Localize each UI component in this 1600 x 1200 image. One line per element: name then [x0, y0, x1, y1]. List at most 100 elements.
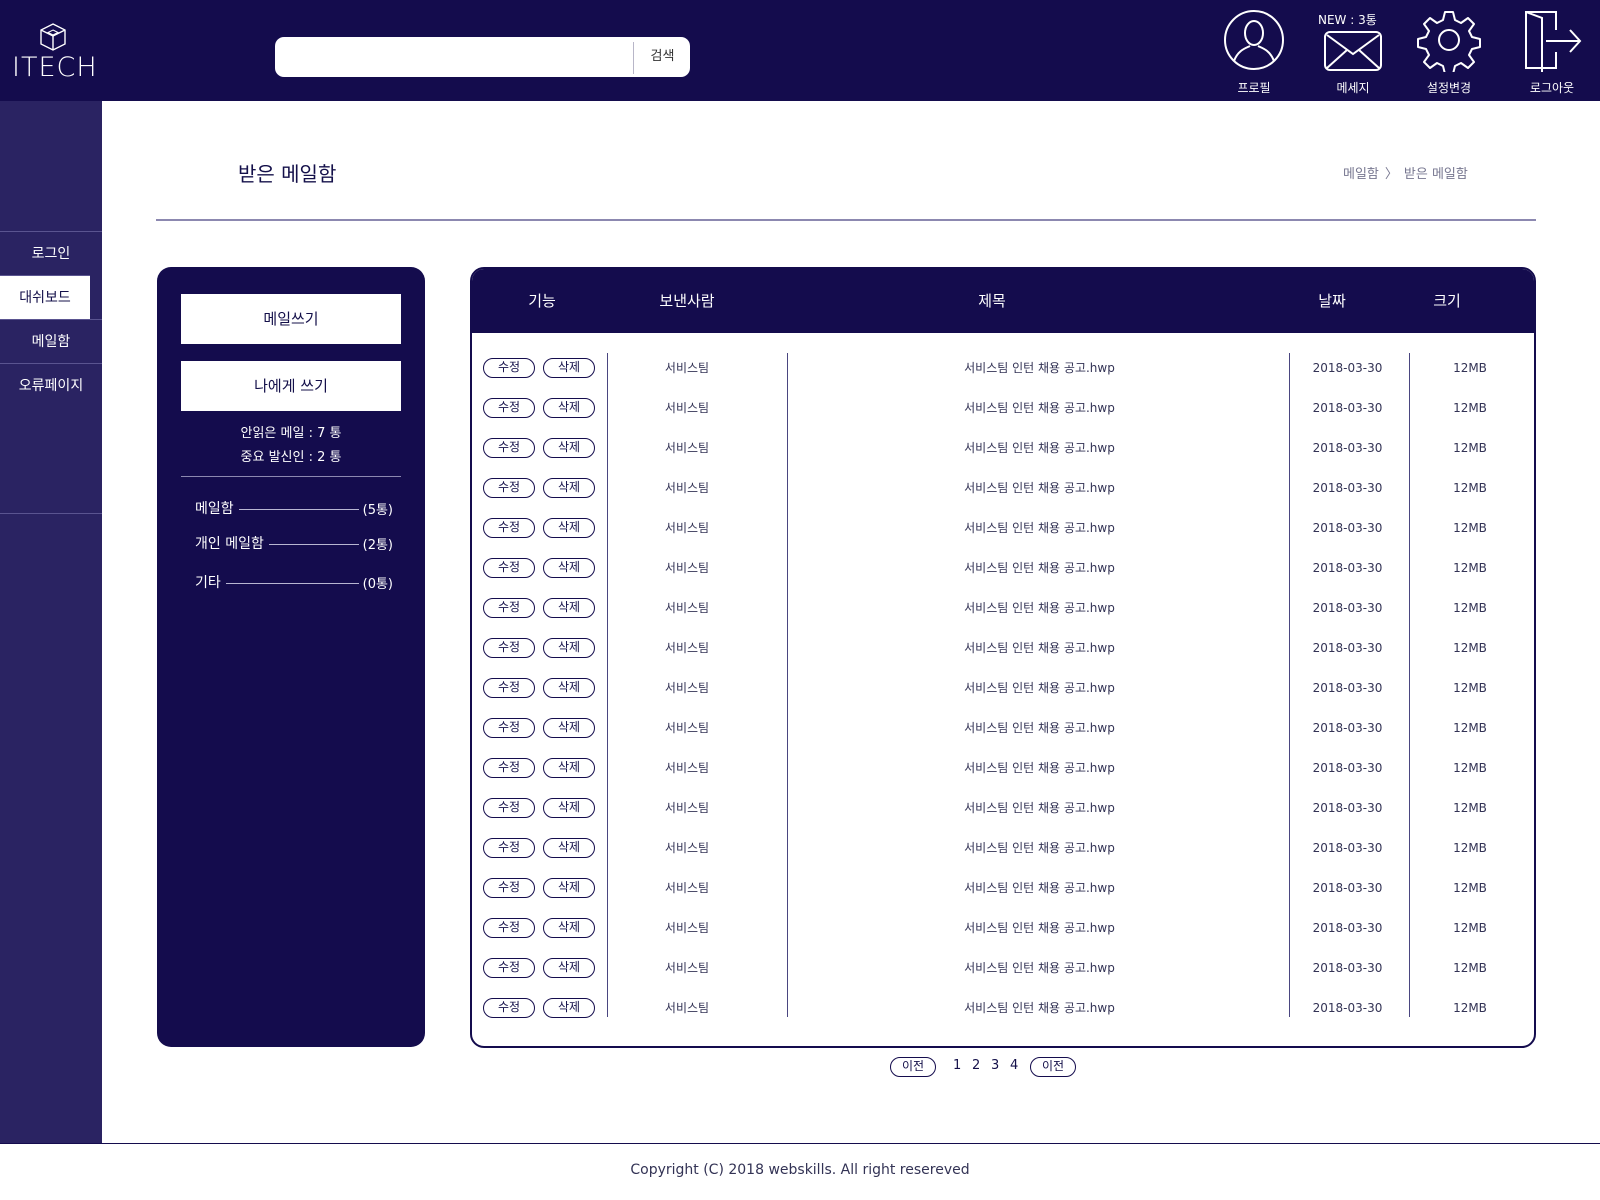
table-row[interactable]: 수정 삭제 서비스팀 서비스팀 인턴 채용 공고.hwp 2018-03-30 12MB [472, 713, 1534, 753]
subject-cell[interactable]: 서비스팀 인턴 채용 공고.hwp [792, 558, 1287, 578]
page-1[interactable]: 1 [953, 1058, 961, 1073]
search-input[interactable] [285, 41, 605, 73]
prev-page-button[interactable]: 이전 [890, 1057, 936, 1077]
folder-mailbox[interactable]: 메일함 (5통) [195, 498, 393, 520]
subject-cell[interactable]: 서비스팀 인턴 채용 공고.hwp [792, 358, 1287, 378]
table-row[interactable]: 수정 삭제 서비스팀 서비스팀 인턴 채용 공고.hwp 2018-03-30 12MB [472, 833, 1534, 873]
edit-button[interactable]: 수정 [483, 678, 535, 698]
table-row[interactable]: 수정 삭제 서비스팀 서비스팀 인턴 채용 공고.hwp 2018-03-30 12MB [472, 993, 1534, 1033]
table-row[interactable]: 수정 삭제 서비스팀 서비스팀 인턴 채용 공고.hwp 2018-03-30 12MB [472, 913, 1534, 953]
table-row[interactable]: 수정 삭제 서비스팀 서비스팀 인턴 채용 공고.hwp 2018-03-30 12MB [472, 553, 1534, 593]
delete-button[interactable]: 삭제 [543, 878, 595, 898]
profile-button[interactable]: 프로필 [1219, 8, 1289, 96]
edit-button[interactable]: 수정 [483, 838, 535, 858]
sender-cell: 서비스팀 [664, 1001, 710, 1015]
edit-button[interactable]: 수정 [483, 718, 535, 738]
page-3[interactable]: 3 [991, 1058, 999, 1073]
settings-button[interactable]: 설정변경 [1414, 8, 1484, 96]
subject-cell[interactable]: 서비스팀 인턴 채용 공고.hwp [792, 838, 1287, 858]
edit-button[interactable]: 수정 [483, 758, 535, 778]
delete-button[interactable]: 삭제 [543, 558, 595, 578]
edit-button[interactable]: 수정 [483, 798, 535, 818]
nav-item-mailbox[interactable]: 메일함 [0, 319, 102, 363]
subject-cell[interactable]: 서비스팀 인턴 채용 공고.hwp [792, 518, 1287, 538]
delete-button[interactable]: 삭제 [543, 438, 595, 458]
subject-cell[interactable]: 서비스팀 인턴 채용 공고.hwp [792, 758, 1287, 778]
table-row[interactable]: 수정 삭제 서비스팀 서비스팀 인턴 채용 공고.hwp 2018-03-30 12MB [472, 513, 1534, 553]
table-row[interactable]: 수정 삭제 서비스팀 서비스팀 인턴 채용 공고.hwp 2018-03-30 12MB [472, 433, 1534, 473]
search-button[interactable]: 검색 [635, 37, 690, 77]
logout-button[interactable]: 로그아웃 [1517, 8, 1587, 96]
logo[interactable]: ITECH [12, 22, 97, 83]
edit-button[interactable]: 수정 [483, 638, 535, 658]
delete-button[interactable]: 삭제 [543, 798, 595, 818]
table-row[interactable]: 수정 삭제 서비스팀 서비스팀 인턴 채용 공고.hwp 2018-03-30 12MB [472, 873, 1534, 913]
subject-cell[interactable]: 서비스팀 인턴 채용 공고.hwp [792, 918, 1287, 938]
subject-cell[interactable]: 서비스팀 인턴 채용 공고.hwp [792, 438, 1287, 458]
delete-button[interactable]: 삭제 [543, 758, 595, 778]
subject-cell[interactable]: 서비스팀 인턴 채용 공고.hwp [792, 878, 1287, 898]
sender-cell: 서비스팀 [664, 841, 710, 855]
subject-cell[interactable]: 서비스팀 인턴 채용 공고.hwp [792, 998, 1287, 1018]
delete-button[interactable]: 삭제 [543, 478, 595, 498]
delete-button[interactable]: 삭제 [543, 678, 595, 698]
subject-cell[interactable]: 서비스팀 인턴 채용 공고.hwp [792, 638, 1287, 658]
gear-icon [1417, 11, 1481, 72]
table-row[interactable]: 수정 삭제 서비스팀 서비스팀 인턴 채용 공고.hwp 2018-03-30 12MB [472, 393, 1534, 433]
delete-button[interactable]: 삭제 [543, 918, 595, 938]
edit-button[interactable]: 수정 [483, 438, 535, 458]
subject-cell[interactable]: 서비스팀 인턴 채용 공고.hwp [792, 958, 1287, 978]
nav-item-error-page[interactable]: 오류페이지 [0, 363, 102, 407]
logout-icon [1525, 11, 1582, 72]
page-4[interactable]: 4 [1010, 1058, 1018, 1073]
delete-button[interactable]: 삭제 [543, 398, 595, 418]
subject-cell[interactable]: 서비스팀 인턴 채용 공고.hwp [792, 718, 1287, 738]
edit-button[interactable]: 수정 [483, 398, 535, 418]
table-row[interactable]: 수정 삭제 서비스팀 서비스팀 인턴 채용 공고.hwp 2018-03-30 12MB [472, 473, 1534, 513]
write-to-self-button[interactable]: 나에게 쓰기 [181, 361, 401, 411]
table-row[interactable]: 수정 삭제 서비스팀 서비스팀 인턴 채용 공고.hwp 2018-03-30 12MB [472, 633, 1534, 673]
table-row[interactable]: 수정 삭제 서비스팀 서비스팀 인턴 채용 공고.hwp 2018-03-30 12MB [472, 673, 1534, 713]
subject-cell[interactable]: 서비스팀 인턴 채용 공고.hwp [792, 398, 1287, 418]
message-button[interactable]: 메세지 [1318, 8, 1388, 96]
delete-button[interactable]: 삭제 [543, 518, 595, 538]
delete-button[interactable]: 삭제 [543, 358, 595, 378]
edit-button[interactable]: 수정 [483, 558, 535, 578]
table-row[interactable]: 수정 삭제 서비스팀 서비스팀 인턴 채용 공고.hwp 2018-03-30 12MB [472, 753, 1534, 793]
left-nav: 로그인 대쉬보드 메일함 오류페이지 [0, 101, 102, 1143]
subject-cell[interactable]: 서비스팀 인턴 채용 공고.hwp [792, 598, 1287, 618]
delete-button[interactable]: 삭제 [543, 958, 595, 978]
subject-cell[interactable]: 서비스팀 인턴 채용 공고.hwp [792, 478, 1287, 498]
compose-button[interactable]: 메일쓰기 [181, 294, 401, 344]
column-header-function: 기능 [528, 292, 556, 310]
nav-item-dashboard[interactable]: 대쉬보드 [0, 275, 90, 319]
page-2[interactable]: 2 [972, 1058, 980, 1073]
folder-etc[interactable]: 기타 (0통) [195, 572, 393, 594]
delete-button[interactable]: 삭제 [543, 838, 595, 858]
edit-button[interactable]: 수정 [483, 478, 535, 498]
pagination: 이전 1 2 3 4 이전 [890, 1057, 1080, 1077]
edit-button[interactable]: 수정 [483, 518, 535, 538]
folder-personal[interactable]: 개인 메일함 (2통) [195, 533, 393, 555]
mail-table: 기능 보낸사람 제목 날짜 크기 수정 삭제 서비스팀 서비스팀 인턴 채용 공고.h… [470, 267, 1536, 1048]
table-row[interactable]: 수정 삭제 서비스팀 서비스팀 인턴 채용 공고.hwp 2018-03-30 12MB [472, 953, 1534, 993]
nav-item-login[interactable]: 로그인 [0, 231, 102, 275]
delete-button[interactable]: 삭제 [543, 718, 595, 738]
subject-cell[interactable]: 서비스팀 인턴 채용 공고.hwp [792, 678, 1287, 698]
date-cell: 2018-03-30 [1312, 361, 1383, 375]
edit-button[interactable]: 수정 [483, 958, 535, 978]
edit-button[interactable]: 수정 [483, 598, 535, 618]
edit-button[interactable]: 수정 [483, 358, 535, 378]
table-row[interactable]: 수정 삭제 서비스팀 서비스팀 인턴 채용 공고.hwp 2018-03-30 12MB [472, 593, 1534, 633]
subject-cell[interactable]: 서비스팀 인턴 채용 공고.hwp [792, 798, 1287, 818]
table-row[interactable]: 수정 삭제 서비스팀 서비스팀 인턴 채용 공고.hwp 2018-03-30 12MB [472, 793, 1534, 833]
delete-button[interactable]: 삭제 [543, 998, 595, 1018]
table-row[interactable]: 수정 삭제 서비스팀 서비스팀 인턴 채용 공고.hwp 2018-03-30 12MB [472, 353, 1534, 393]
delete-button[interactable]: 삭제 [543, 598, 595, 618]
delete-button[interactable]: 삭제 [543, 638, 595, 658]
edit-button[interactable]: 수정 [483, 918, 535, 938]
next-page-button[interactable]: 이전 [1030, 1057, 1076, 1077]
edit-button[interactable]: 수정 [483, 998, 535, 1018]
breadcrumb-mailbox[interactable]: 메일함 [1343, 167, 1379, 182]
edit-button[interactable]: 수정 [483, 878, 535, 898]
